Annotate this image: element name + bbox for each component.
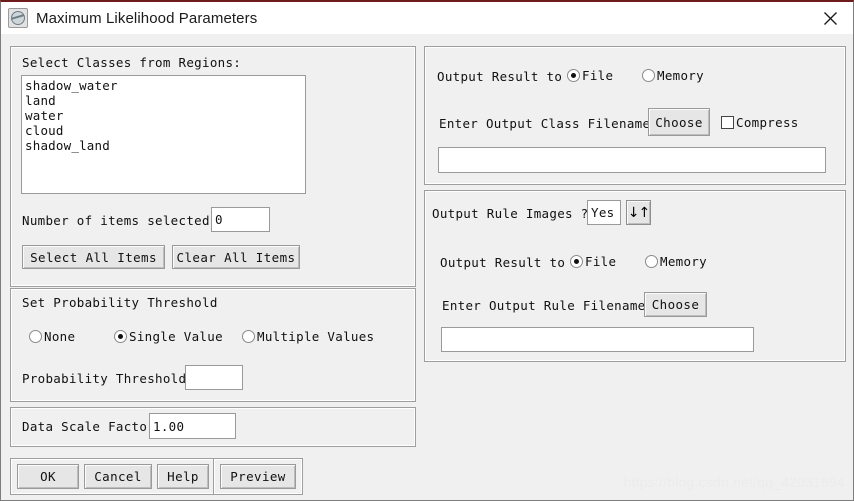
list-item[interactable]: shadow_land bbox=[25, 138, 305, 153]
checkbox-box-icon bbox=[721, 116, 734, 129]
select-all-items-button[interactable]: Select All Items bbox=[22, 245, 165, 269]
items-selected-value: 0 bbox=[211, 207, 270, 232]
radio-rule-output-file[interactable]: File bbox=[570, 254, 616, 269]
radio-threshold-none[interactable]: None bbox=[29, 329, 75, 344]
radio-threshold-multiple-values[interactable]: Multiple Values bbox=[242, 329, 374, 344]
probability-threshold-heading: Set Probability Threshold bbox=[22, 295, 218, 310]
radio-label: File bbox=[582, 68, 614, 83]
class-output-result-label: Output Result to bbox=[437, 69, 563, 84]
app-globe-icon bbox=[8, 8, 28, 28]
radio-label: Single Value bbox=[129, 329, 223, 344]
data-scale-factor-input[interactable]: 1.00 bbox=[149, 413, 236, 439]
titlebar: Maximum Likelihood Parameters bbox=[1, 2, 853, 34]
cancel-button[interactable]: Cancel bbox=[84, 464, 152, 489]
list-item[interactable]: land bbox=[25, 93, 305, 108]
compress-checkbox[interactable]: Compress bbox=[721, 115, 799, 130]
clear-all-items-button[interactable]: Clear All Items bbox=[172, 245, 300, 269]
dialog-window: Maximum Likelihood Parameters Select Cla… bbox=[0, 0, 854, 501]
radio-knob-icon bbox=[642, 69, 655, 82]
list-item[interactable]: cloud bbox=[25, 123, 305, 138]
radio-label: File bbox=[585, 254, 617, 269]
radio-threshold-single-value[interactable]: Single Value bbox=[114, 329, 223, 344]
radio-knob-icon bbox=[570, 255, 583, 268]
output-rule-images-value[interactable]: Yes bbox=[587, 200, 621, 225]
rule-filename-label: Enter Output Rule Filename bbox=[442, 298, 646, 313]
radio-label: None bbox=[44, 329, 76, 344]
down-up-arrow-icon: ↓↑ bbox=[627, 204, 650, 221]
classes-listbox[interactable]: shadow_water land water cloud shadow_lan… bbox=[21, 75, 306, 194]
radio-knob-icon bbox=[645, 255, 658, 268]
output-rule-images-label: Output Rule Images ? bbox=[432, 206, 589, 221]
help-button[interactable]: Help bbox=[157, 464, 209, 489]
close-icon bbox=[823, 11, 837, 25]
checkbox-label: Compress bbox=[736, 115, 799, 130]
data-scale-factor-label: Data Scale Factor bbox=[22, 419, 156, 434]
radio-rule-output-memory[interactable]: Memory bbox=[645, 254, 707, 269]
list-item[interactable]: water bbox=[25, 108, 305, 123]
class-choose-button[interactable]: Choose bbox=[648, 108, 710, 136]
radio-knob-icon bbox=[242, 330, 255, 343]
list-item[interactable]: shadow_water bbox=[25, 78, 305, 93]
items-selected-label: Number of items selected: bbox=[22, 213, 218, 228]
radio-knob-icon bbox=[114, 330, 127, 343]
rule-choose-button[interactable]: Choose bbox=[644, 292, 707, 317]
output-rule-images-toggle-button[interactable]: ↓↑ bbox=[626, 200, 651, 225]
select-classes-heading: Select Classes from Regions: bbox=[22, 55, 242, 70]
radio-knob-icon bbox=[567, 69, 580, 82]
radio-label: Memory bbox=[660, 254, 707, 269]
rule-output-result-label: Output Result to bbox=[440, 255, 566, 270]
radio-label: Memory bbox=[657, 68, 704, 83]
close-button[interactable] bbox=[807, 2, 853, 34]
radio-label: Multiple Values bbox=[257, 329, 375, 344]
class-filename-label: Enter Output Class Filename bbox=[439, 116, 651, 131]
rule-filename-input[interactable] bbox=[441, 327, 754, 352]
probability-threshold-label: Probability Threshold bbox=[22, 371, 187, 386]
ok-button[interactable]: OK bbox=[17, 464, 79, 489]
watermark-text: https://blog.csdn.net/qq_42031694 bbox=[623, 474, 845, 490]
radio-knob-icon bbox=[29, 330, 42, 343]
radio-class-output-memory[interactable]: Memory bbox=[642, 68, 704, 83]
window-title: Maximum Likelihood Parameters bbox=[36, 9, 258, 27]
class-filename-input[interactable] bbox=[438, 147, 826, 173]
preview-button[interactable]: Preview bbox=[220, 464, 296, 489]
probability-threshold-input[interactable] bbox=[185, 365, 243, 390]
radio-class-output-file[interactable]: File bbox=[567, 68, 613, 83]
